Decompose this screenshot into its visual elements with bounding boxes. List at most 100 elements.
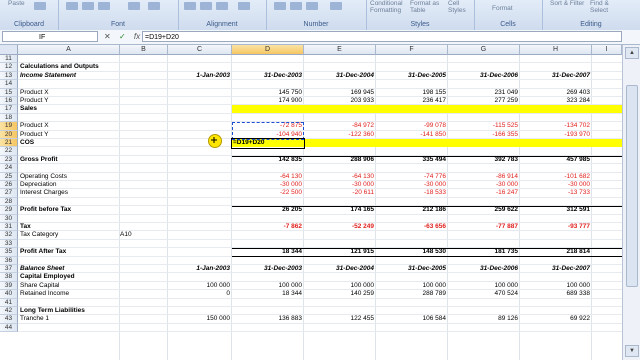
cell-e13[interactable]: 31-Dec-2004 [304,72,374,80]
percent-icon[interactable] [290,2,302,10]
select-all-corner[interactable] [0,45,18,55]
cell-h25[interactable]: -101 682 [520,173,590,181]
row-header[interactable]: 19 [0,122,18,131]
cell-h26[interactable]: -30 000 [520,181,590,189]
cell-styles-button[interactable]: Cell Styles [448,0,472,14]
cell-a17[interactable]: Sales [20,105,118,113]
increase-decimal-icon[interactable] [330,2,342,10]
cell-h31[interactable]: -93 777 [520,223,590,231]
row-header[interactable]: 32 [0,231,18,240]
cell-a13[interactable]: Income Statement [20,72,118,80]
fill-color-icon[interactable] [128,2,140,10]
cell-e23[interactable]: 288 906 [304,156,375,164]
cell-a42[interactable]: Long Term Liabilities [20,307,118,315]
cell-a26[interactable]: Depreciation [20,181,118,189]
scroll-thumb[interactable] [626,85,638,287]
conditional-formatting-button[interactable]: Conditional Formatting [370,0,408,14]
cell-e40[interactable]: 140 259 [304,290,375,298]
row-header[interactable]: 44 [0,323,18,333]
cell-d35[interactable]: 18 344 [232,248,302,256]
cancel-icon[interactable]: ✕ [104,32,111,41]
cell-c43[interactable]: 150 000 [168,315,231,323]
cell-d13[interactable]: 31-Dec-2003 [232,72,302,80]
cell-a25[interactable]: Operating Costs [20,173,118,181]
copy-icon[interactable] [34,2,46,10]
cell-f39[interactable]: 100 000 [376,282,447,290]
row-header[interactable]: 21 [0,139,18,148]
cell-d26[interactable]: -30 000 [232,181,302,189]
align-left-icon[interactable] [184,2,196,10]
merge-icon[interactable] [238,2,250,10]
column-header-g[interactable]: G [448,45,520,55]
align-center-icon[interactable] [200,2,212,10]
cell-g25[interactable]: -86 914 [448,173,518,181]
cell-f16[interactable]: 236 417 [376,97,447,105]
format-button[interactable]: Format [492,5,513,12]
row-header[interactable]: 24 [0,164,18,173]
cell-f25[interactable]: -74 776 [376,173,446,181]
currency-icon[interactable] [274,2,286,10]
find-select-button[interactable]: Find & Select [590,0,628,14]
row-header[interactable]: 22 [0,147,18,156]
cell-g39[interactable]: 100 000 [448,282,519,290]
scroll-down-icon[interactable]: ▼ [625,345,639,357]
row-header[interactable]: 43 [0,315,18,324]
row-header[interactable]: 13 [0,71,18,81]
cell-d31[interactable]: -7 862 [232,223,302,231]
cell-d43[interactable]: 136 883 [232,315,303,323]
cell-a31[interactable]: Tax [20,223,118,231]
cell-a35[interactable]: Profit After Tax [20,248,118,256]
row-header[interactable]: 16 [0,97,18,106]
row-header[interactable]: 39 [0,281,18,291]
align-right-icon[interactable] [216,2,228,10]
cell-h23[interactable]: 457 985 [520,156,591,164]
cell-a21[interactable]: COS [20,139,118,147]
cell-a20[interactable]: Product Y [20,131,118,139]
cell-g20[interactable]: -166 355 [448,131,518,139]
cell-d29[interactable]: 26 205 [232,206,302,214]
cell-d16[interactable]: 174 900 [232,97,303,105]
cell-e27[interactable]: -20 611 [304,189,374,197]
cell-e35[interactable]: 121 915 [304,248,375,256]
scroll-up-icon[interactable]: ▲ [625,47,639,59]
cell-h37[interactable]: 31-Dec-2007 [520,265,590,273]
row-header[interactable]: 28 [0,197,18,207]
cell-c40[interactable]: 0 [168,290,230,298]
cell-f31[interactable]: -63 656 [376,223,446,231]
insert-function-icon[interactable]: fx [134,32,140,41]
cell-d37[interactable]: 31-Dec-2003 [232,265,302,273]
row-header[interactable]: 15 [0,88,18,97]
row-header[interactable]: 40 [0,290,18,299]
cell-d39[interactable]: 100 000 [232,282,303,290]
cell-c13[interactable]: 1-Jan-2003 [168,72,230,80]
cell-a40[interactable]: Retained Income [20,290,118,298]
cell-g40[interactable]: 470 524 [448,290,519,298]
row-header[interactable]: 20 [0,130,18,139]
paste-button[interactable]: Paste [8,0,25,7]
cell-a19[interactable]: Product X [20,122,118,130]
cell-a37[interactable]: Balance Sheet [20,265,118,273]
cell-e16[interactable]: 203 933 [304,97,375,105]
row-header[interactable]: 12 [0,63,18,72]
cell-g27[interactable]: -16 247 [448,189,518,197]
cell-h19[interactable]: -134 702 [520,122,590,130]
column-header-i[interactable]: I [592,45,622,55]
cell-f26[interactable]: -30 000 [376,181,446,189]
name-box[interactable]: IF [2,31,98,42]
cell-e29[interactable]: 174 165 [304,206,375,214]
cell-g37[interactable]: 31-Dec-2006 [448,265,518,273]
cell-h20[interactable]: -193 970 [520,131,590,139]
row-header[interactable]: 35 [0,248,18,257]
cell-h35[interactable]: 218 814 [520,248,591,256]
row-header[interactable]: 30 [0,214,18,223]
cell-a23[interactable]: Gross Profit [20,156,118,164]
column-header-b[interactable]: B [120,45,168,55]
cell-f27[interactable]: -18 533 [376,189,446,197]
cell-f40[interactable]: 288 789 [376,290,447,298]
cell-g13[interactable]: 31-Dec-2006 [448,72,518,80]
cell-a43[interactable]: Tranche 1 [20,315,118,323]
cell-g16[interactable]: 277 259 [448,97,519,105]
cell-g23[interactable]: 392 783 [448,156,519,164]
row-header[interactable]: 11 [0,55,18,64]
enter-icon[interactable]: ✓ [119,32,126,41]
